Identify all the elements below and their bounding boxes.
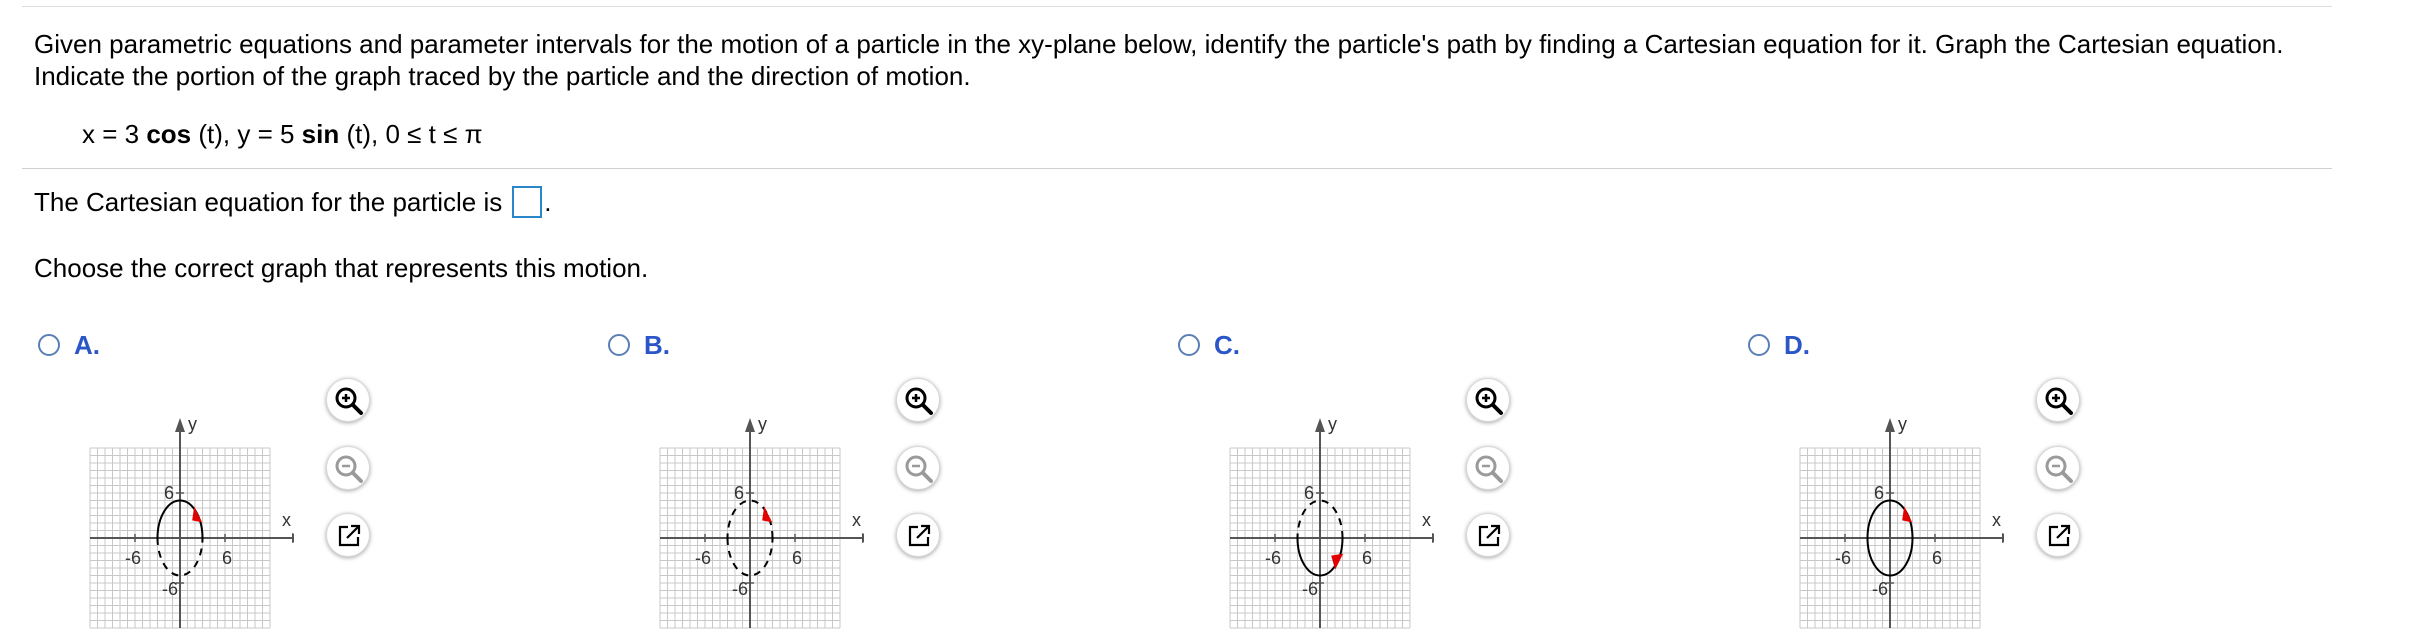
zoom-in-icon: [905, 387, 933, 415]
x-axis-label: x: [1992, 510, 2001, 530]
option-graph: y x 6 -6 -6 6: [1229, 414, 1434, 629]
option-a: A. y x 6 -6 -6 6: [34, 330, 514, 629]
zoom-out-icon: [1475, 455, 1503, 483]
x-right-label: 6: [1362, 548, 1372, 568]
section-divider: [22, 168, 2332, 169]
parametric-equation: x = 3 cos (t), y = 5 sin (t), 0 ≤ t ≤ π: [82, 118, 483, 150]
y-axis-label: y: [1328, 414, 1337, 434]
zoom-in-button[interactable]: [326, 378, 370, 422]
eq-x-prefix: x = 3: [82, 119, 147, 149]
zoom-out-button[interactable]: [1466, 446, 1510, 490]
option-radio[interactable]: [38, 334, 60, 356]
x-left-label: -6: [125, 548, 141, 568]
zoom-out-icon: [335, 455, 363, 483]
x-axis-arrow: [292, 533, 294, 543]
option-graph: y x 6 -6 -6 6: [1799, 414, 2004, 629]
popout-icon: [338, 524, 361, 547]
question-prompt: Given parametric equations and parameter…: [34, 29, 2284, 91]
zoom-in-icon: [335, 387, 363, 415]
zoom-in-icon: [2045, 387, 2073, 415]
x-axis-arrow: [1432, 533, 1434, 543]
eq-x-suffix: (t), y = 5: [191, 119, 302, 149]
option-graph: y x 6 -6 -6 6: [89, 414, 294, 629]
top-divider: [22, 6, 2332, 7]
y-axis-label: y: [758, 414, 767, 434]
y-axis-arrow: [1315, 418, 1325, 432]
option-letter[interactable]: C.: [1214, 330, 1240, 360]
y-axis-label: y: [1898, 414, 1907, 434]
option-radio[interactable]: [1178, 334, 1200, 356]
eq-y-suffix: (t), 0 ≤ t ≤ π: [339, 119, 483, 149]
popout-icon: [908, 524, 931, 547]
y-top-label: 6: [164, 483, 174, 503]
zoom-in-icon: [1475, 387, 1503, 415]
option-radio[interactable]: [1748, 334, 1770, 356]
eq-y-func: sin: [301, 119, 340, 149]
option-letter[interactable]: D.: [1784, 330, 1810, 360]
zoom-in-button[interactable]: [896, 378, 940, 422]
y-top-label: 6: [734, 483, 744, 503]
option-letter[interactable]: B.: [644, 330, 670, 360]
x-left-label: -6: [1265, 548, 1281, 568]
x-right-label: 6: [1932, 548, 1942, 568]
y-top-label: 6: [1874, 483, 1884, 503]
popout-button[interactable]: [1466, 513, 1510, 557]
popout-button[interactable]: [896, 513, 940, 557]
x-right-label: 6: [792, 548, 802, 568]
answer-input-box[interactable]: [512, 186, 543, 218]
answer-prefix: The Cartesian equation for the particle …: [34, 187, 503, 217]
popout-button[interactable]: [2036, 513, 2080, 557]
eq-x-func: cos: [146, 119, 192, 149]
y-bottom-label: -6: [162, 579, 178, 599]
x-left-label: -6: [695, 548, 711, 568]
y-top-label: 6: [1304, 483, 1314, 503]
x-left-label: -6: [1835, 548, 1851, 568]
choose-instruction: Choose the correct graph that represents…: [34, 253, 649, 283]
y-bottom-label: -6: [1302, 579, 1318, 599]
y-axis-arrow: [745, 418, 755, 432]
option-letter[interactable]: A.: [74, 330, 100, 360]
option-b: B. y x 6 -6 -6 6: [604, 330, 1084, 629]
zoom-out-icon: [905, 455, 933, 483]
popout-icon: [2048, 524, 2071, 547]
x-axis-label: x: [1422, 510, 1431, 530]
zoom-out-button[interactable]: [2036, 446, 2080, 490]
x-axis-label: x: [282, 510, 291, 530]
y-axis-arrow: [175, 418, 185, 432]
x-axis-arrow: [2002, 533, 2004, 543]
option-c: C. y x 6 -6 -6 6: [1174, 330, 1654, 629]
x-axis-arrow: [862, 533, 864, 543]
option-graph: y x 6 -6 -6 6: [659, 414, 864, 629]
y-axis-arrow: [1885, 418, 1895, 432]
zoom-out-icon: [2045, 455, 2073, 483]
zoom-out-button[interactable]: [326, 446, 370, 490]
option-radio[interactable]: [608, 334, 630, 356]
answer-line: The Cartesian equation for the particle …: [34, 185, 552, 219]
option-d: D. y x 6 -6 -6 6: [1744, 330, 2224, 629]
zoom-in-button[interactable]: [1466, 378, 1510, 422]
popout-button[interactable]: [326, 513, 370, 557]
y-axis-label: y: [188, 414, 197, 434]
answer-suffix: .: [544, 187, 552, 217]
y-bottom-label: -6: [732, 579, 748, 599]
zoom-in-button[interactable]: [2036, 378, 2080, 422]
x-axis-label: x: [852, 510, 861, 530]
zoom-out-button[interactable]: [896, 446, 940, 490]
x-right-label: 6: [222, 548, 232, 568]
popout-icon: [1478, 524, 1501, 547]
y-bottom-label: -6: [1872, 579, 1888, 599]
